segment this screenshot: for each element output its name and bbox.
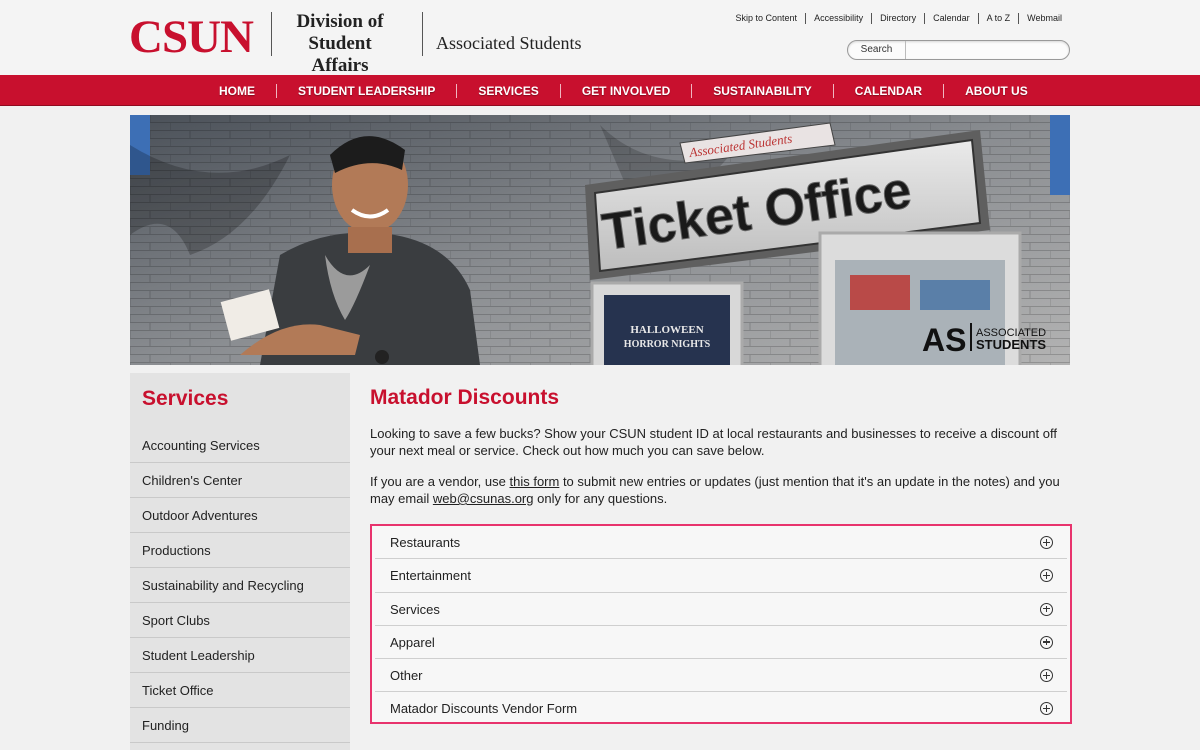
main-content: Matador Discounts Looking to save a few … xyxy=(370,385,1070,507)
intro-paragraph: Looking to save a few bucks? Show your C… xyxy=(370,426,1057,458)
hero-image: Associated Students Ticket Office HALLOW… xyxy=(130,115,1070,365)
accordion-label: Other xyxy=(390,668,423,684)
nav-item-student-leadership[interactable]: STUDENT LEADERSHIP xyxy=(276,83,456,98)
sidebar-item-childrens-center[interactable]: Children's Center xyxy=(130,463,350,498)
sidebar-item-student-leadership[interactable]: Student Leadership xyxy=(130,638,350,673)
util-link-skip-to-content[interactable]: Skip to Content xyxy=(728,13,806,24)
util-link-directory[interactable]: Directory xyxy=(871,13,924,24)
nav-item-sustainability[interactable]: SUSTAINABILITY xyxy=(691,83,832,98)
sidebar-title[interactable]: Services xyxy=(142,387,228,411)
page-title: Matador Discounts xyxy=(370,386,560,409)
sidebar-item-sustainability-and-recycling[interactable]: Sustainability and Recycling xyxy=(130,568,350,603)
nav-item-about-us[interactable]: ABOUT US xyxy=(943,83,1049,98)
nav-item-calendar[interactable]: CALENDAR xyxy=(832,83,943,98)
expand-plus-icon[interactable] xyxy=(1040,569,1053,583)
vendor-text-before: If you are a vendor, use xyxy=(370,474,510,489)
services-sidebar: Services Accounting Services Children's … xyxy=(130,373,350,750)
expand-plus-icon[interactable] xyxy=(1040,602,1053,616)
main-nav: HOME STUDENT LEADERSHIP SERVICES GET INV… xyxy=(0,75,1200,106)
accordion-item-vendor-form[interactable]: Matador Discounts Vendor Form xyxy=(375,692,1067,725)
sidebar-item-sport-clubs[interactable]: Sport Clubs xyxy=(130,603,350,638)
expand-plus-icon[interactable] xyxy=(1040,669,1053,683)
sidebar-item-outdoor-adventures[interactable]: Outdoor Adventures xyxy=(130,498,350,533)
division-logo-line1: Division of xyxy=(296,11,384,32)
util-link-calendar[interactable]: Calendar xyxy=(924,13,978,24)
poster-text-line1: HALLOWEEN xyxy=(630,324,703,336)
util-link-webmail[interactable]: Webmail xyxy=(1018,13,1070,24)
poster-text-line2: HORROR NIGHTS xyxy=(624,339,711,350)
accordion-item-other[interactable]: Other xyxy=(375,659,1067,693)
badge-as-text: AS xyxy=(922,322,966,358)
division-logo[interactable]: Division of Student Affairs xyxy=(284,11,396,77)
hero-banner: Associated Students Ticket Office HALLOW… xyxy=(130,115,1070,365)
accordion-label: Entertainment xyxy=(390,568,471,584)
vendor-paragraph: If you are a vendor, use this form to su… xyxy=(370,473,1070,507)
accordion-item-restaurants[interactable]: Restaurants xyxy=(375,526,1067,560)
vendor-email-link[interactable]: web@csunas.org xyxy=(433,491,534,506)
accordion-label: Services xyxy=(390,601,440,617)
expand-plus-icon[interactable] xyxy=(1040,635,1053,649)
nav-item-get-involved[interactable]: GET INVOLVED xyxy=(559,83,691,98)
accordion-item-entertainment[interactable]: Entertainment xyxy=(375,559,1067,593)
accordion-item-services[interactable]: Services xyxy=(375,593,1067,626)
search-box: Search xyxy=(847,40,1070,60)
accordion-label: Restaurants xyxy=(390,535,461,550)
logo-divider xyxy=(422,12,423,56)
utility-links: Skip to Content Accessibility Directory … xyxy=(728,13,1070,24)
sidebar-item-accounting-services[interactable]: Accounting Services xyxy=(130,428,350,463)
logo-divider xyxy=(271,12,272,56)
search-input[interactable] xyxy=(907,42,1062,58)
sidebar-item-funding[interactable]: Funding xyxy=(130,708,350,743)
csun-logo[interactable]: CSUN xyxy=(129,10,254,64)
util-link-accessibility[interactable]: Accessibility xyxy=(805,13,871,24)
nav-item-services[interactable]: SERVICES xyxy=(456,83,559,98)
vendor-form-link[interactable]: this form xyxy=(509,474,559,489)
sidebar-list: Accounting Services Children's Center Ou… xyxy=(130,428,350,743)
discounts-accordion: Restaurants Entertainment Services Appar… xyxy=(370,524,1072,724)
vendor-text-after: only for any questions. xyxy=(533,491,668,506)
nav-item-home[interactable]: HOME xyxy=(198,84,276,98)
site-header: CSUN Division of Student Affairs Associa… xyxy=(0,0,1200,77)
associated-students-logo[interactable]: Associated Students xyxy=(436,33,582,54)
util-link-a-to-z[interactable]: A to Z xyxy=(977,13,1019,24)
accordion-label: Matador Discounts Vendor Form xyxy=(390,701,578,717)
sidebar-item-productions[interactable]: Productions xyxy=(130,533,350,568)
search-button[interactable]: Search xyxy=(848,41,906,59)
badge-line2: STUDENTS xyxy=(976,337,1046,352)
expand-plus-icon[interactable] xyxy=(1040,536,1053,549)
sidebar-item-ticket-office[interactable]: Ticket Office xyxy=(130,673,350,708)
expand-plus-icon[interactable] xyxy=(1040,702,1053,716)
division-logo-line2: Student Affairs xyxy=(308,33,372,76)
accordion-item-apparel[interactable]: Apparel xyxy=(375,626,1067,660)
accordion-label: Apparel xyxy=(390,634,435,650)
